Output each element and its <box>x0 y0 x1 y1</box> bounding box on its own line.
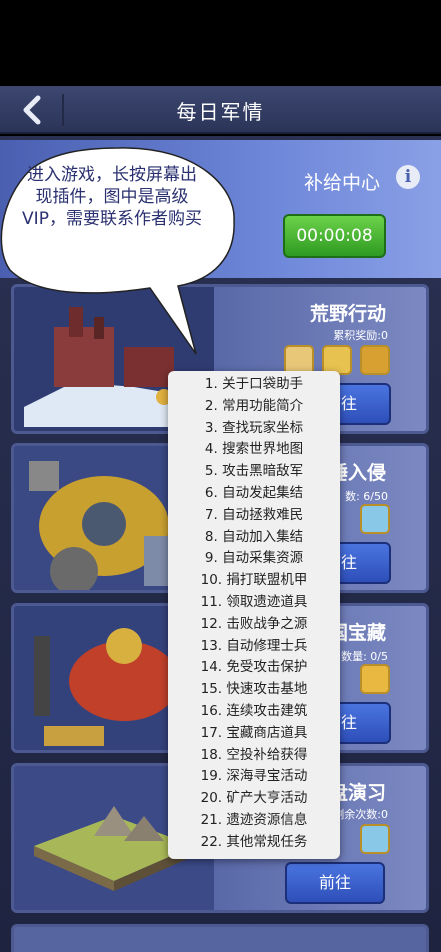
menu-item[interactable]: 1. 关于口袋助手 <box>168 374 340 396</box>
menu-item[interactable]: 15. 快速攻击基地 <box>168 679 340 701</box>
menu-item[interactable]: 2. 常用功能简介 <box>168 396 340 418</box>
menu-item[interactable]: 9. 自动采集资源 <box>168 548 340 570</box>
go-button[interactable]: 前往 <box>285 862 385 904</box>
menu-item[interactable]: 5. 攻击黑暗敌军 <box>168 461 340 483</box>
next-card-peek <box>11 924 429 952</box>
info-icon[interactable]: i <box>396 165 420 189</box>
menu-item[interactable]: 12. 击败战争之源 <box>168 614 340 636</box>
card-subtitle: 数量: 0/5 <box>341 650 388 663</box>
header-bar: 每日军情 <box>0 86 441 134</box>
plugin-menu: 1. 关于口袋助手 2. 常用功能简介 3. 查找玩家坐标 4. 搜索世界地图 … <box>168 371 340 859</box>
menu-item[interactable]: 10. 捐打联盟机甲 <box>168 570 340 592</box>
reward-box-icon[interactable] <box>360 824 390 854</box>
menu-item[interactable]: 3. 查找玩家坐标 <box>168 418 340 440</box>
card-subtitle: 累积奖励:0 <box>333 329 388 342</box>
menu-item[interactable]: 13. 自动修理士兵 <box>168 636 340 658</box>
menu-item[interactable]: 16. 连续攻击建筑 <box>168 701 340 723</box>
menu-item[interactable]: 8. 自动加入集结 <box>168 527 340 549</box>
card-title: 荒野行动 <box>309 303 386 325</box>
page-title: 每日军情 <box>176 100 265 124</box>
supply-title: 补给中心 <box>304 172 381 194</box>
menu-item[interactable]: 11. 领取遗迹道具 <box>168 592 340 614</box>
menu-item[interactable]: 17. 宝藏商店道具 <box>168 723 340 745</box>
menu-item[interactable]: 18. 空投补给获得 <box>168 745 340 767</box>
menu-item[interactable]: 22. 其他常规任务 <box>168 832 340 854</box>
supply-timer-button[interactable]: 00:00:08 <box>283 214 386 258</box>
status-bar-area <box>0 0 441 86</box>
reward-gear-icon[interactable] <box>360 345 390 375</box>
card-subtitle: 数: 6/50 <box>345 490 388 503</box>
menu-item[interactable]: 19. 深海寻宝活动 <box>168 766 340 788</box>
menu-item[interactable]: 21. 遗迹资源信息 <box>168 810 340 832</box>
reward-box-icon[interactable] <box>360 504 390 534</box>
menu-item[interactable]: 20. 矿产大亨活动 <box>168 788 340 810</box>
menu-item[interactable]: 4. 搜索世界地图 <box>168 439 340 461</box>
reward-medal-icon[interactable] <box>360 664 390 694</box>
card-subtitle: 剩余次数:0 <box>333 808 388 821</box>
menu-item[interactable]: 14. 免受攻击保护 <box>168 657 340 679</box>
bubble-text: 进入游戏，长按屏幕出现插件，图中是高级VIP，需要联系作者购买 <box>22 165 202 229</box>
menu-item[interactable]: 7. 自动拯救难民 <box>168 505 340 527</box>
menu-item[interactable]: 6. 自动发起集结 <box>168 483 340 505</box>
